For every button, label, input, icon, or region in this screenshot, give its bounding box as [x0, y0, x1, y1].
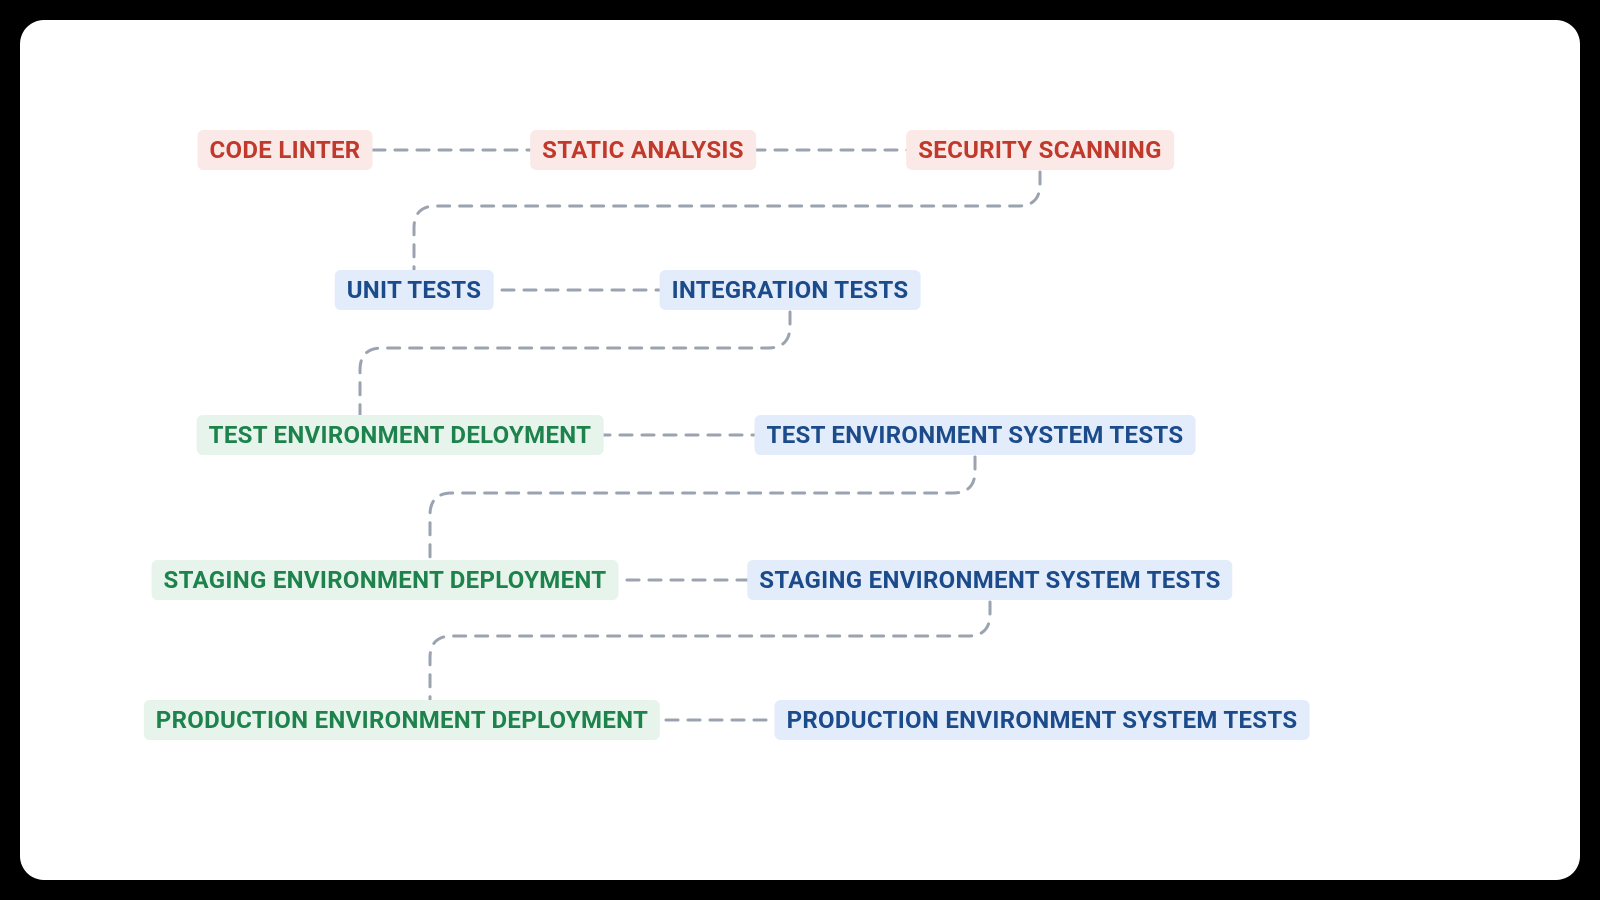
- connector-6: [430, 435, 975, 580]
- connector-8: [430, 580, 990, 720]
- node-n11: PRODUCTION ENVIRONMENT SYSTEM TESTS: [775, 700, 1310, 740]
- node-n2: STATIC ANALYSIS: [530, 130, 756, 170]
- node-n5: INTEGRATION TESTS: [660, 270, 921, 310]
- node-n9: STAGING ENVIRONMENT SYSTEM TESTS: [747, 560, 1232, 600]
- node-n7: TEST ENVIRONMENT SYSTEM TESTS: [755, 415, 1196, 455]
- connector-2: [414, 150, 1040, 290]
- node-n8: STAGING ENVIRONMENT DEPLOYMENT: [152, 560, 619, 600]
- diagram-card: CODE LINTER STATIC ANALYSIS SECURITY SCANN…: [20, 20, 1580, 880]
- node-n6: TEST ENVIRONMENT DELOYMENT: [197, 415, 604, 455]
- node-n4: UNIT TESTS: [335, 270, 494, 310]
- node-n1: CODE LINTER: [198, 130, 373, 170]
- node-n10: PRODUCTION ENVIRONMENT DEPLOYMENT: [144, 700, 660, 740]
- node-n3: SECURITY SCANNING: [906, 130, 1174, 170]
- connector-4: [360, 290, 790, 435]
